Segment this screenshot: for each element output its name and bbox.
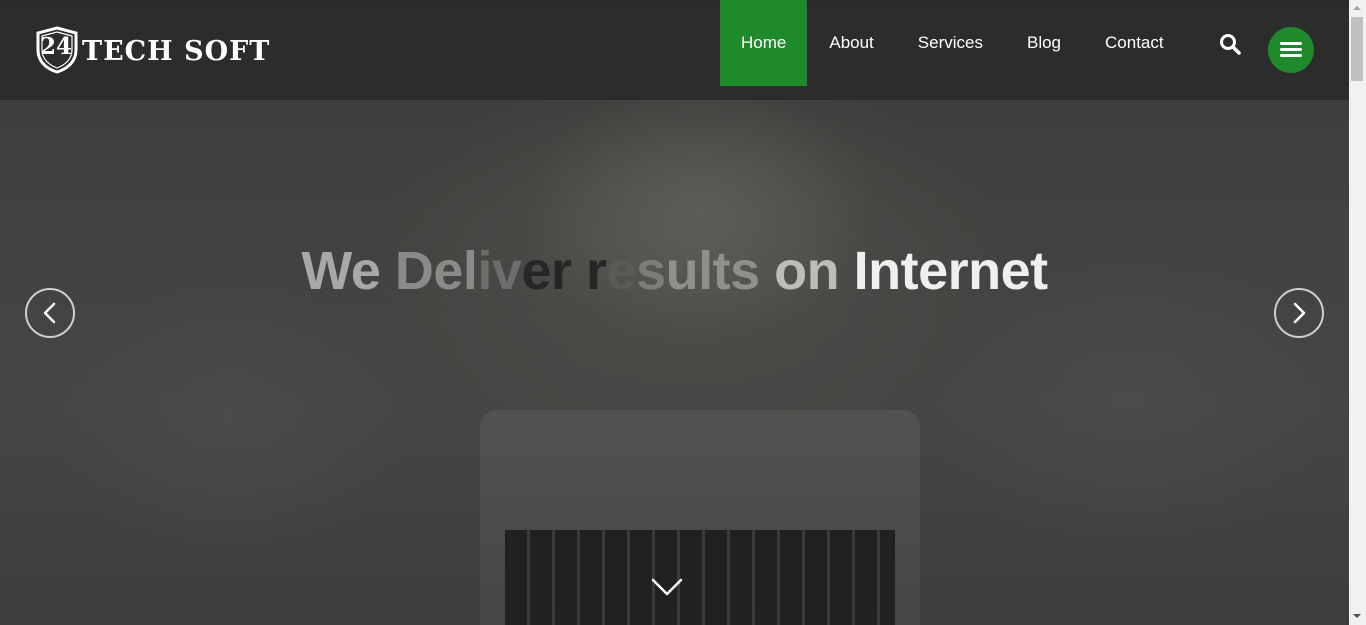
nav-item-home[interactable]: Home bbox=[720, 0, 808, 86]
chevron-down-icon bbox=[651, 578, 683, 596]
nav-item-blog[interactable]: Blog bbox=[1005, 0, 1083, 86]
search-icon[interactable] bbox=[1218, 32, 1242, 56]
hero-title-part: Del bbox=[394, 241, 478, 301]
hero-title: We Deliver results on Internet bbox=[0, 240, 1349, 302]
shield-logo-icon: 24 bbox=[34, 26, 80, 74]
hero-title-part: Internet bbox=[853, 241, 1049, 301]
hero-title-part: s bbox=[636, 241, 666, 301]
hamburger-icon bbox=[1268, 27, 1314, 73]
hero-title-part: We bbox=[301, 241, 395, 301]
page-scrollbar[interactable] bbox=[1349, 0, 1366, 625]
scroll-down-button[interactable] bbox=[650, 574, 684, 600]
nav-item-about[interactable]: About bbox=[807, 0, 895, 86]
scroll-down-arrow-icon[interactable] bbox=[1353, 614, 1361, 618]
brand-shield-text: 24 bbox=[40, 33, 73, 60]
hero-title-part: iv bbox=[477, 241, 522, 301]
site-header: 24 TECH SOFT Home About Services Blog Co… bbox=[0, 0, 1349, 100]
nav-item-services[interactable]: Services bbox=[896, 0, 1005, 86]
main-nav: Home About Services Blog Contact bbox=[720, 0, 1186, 86]
hero-title-part: on bbox=[774, 241, 854, 301]
slider-prev-button[interactable] bbox=[25, 288, 75, 338]
menu-button[interactable] bbox=[1268, 27, 1314, 73]
hero-title-part: er r bbox=[521, 241, 607, 301]
hero-title-part: e bbox=[606, 241, 637, 301]
chevron-left-icon bbox=[43, 302, 56, 324]
scroll-up-arrow-icon[interactable] bbox=[1353, 6, 1361, 10]
page: 24 TECH SOFT Home About Services Blog Co… bbox=[0, 0, 1349, 625]
brand-logo[interactable]: 24 TECH SOFT bbox=[34, 26, 270, 74]
hero-title-part: ults bbox=[665, 241, 775, 301]
brand-name: TECH SOFT bbox=[82, 35, 271, 67]
scrollbar-thumb[interactable] bbox=[1351, 17, 1363, 81]
chevron-right-icon bbox=[1293, 302, 1306, 324]
nav-item-contact[interactable]: Contact bbox=[1083, 0, 1186, 86]
slider-next-button[interactable] bbox=[1274, 288, 1324, 338]
